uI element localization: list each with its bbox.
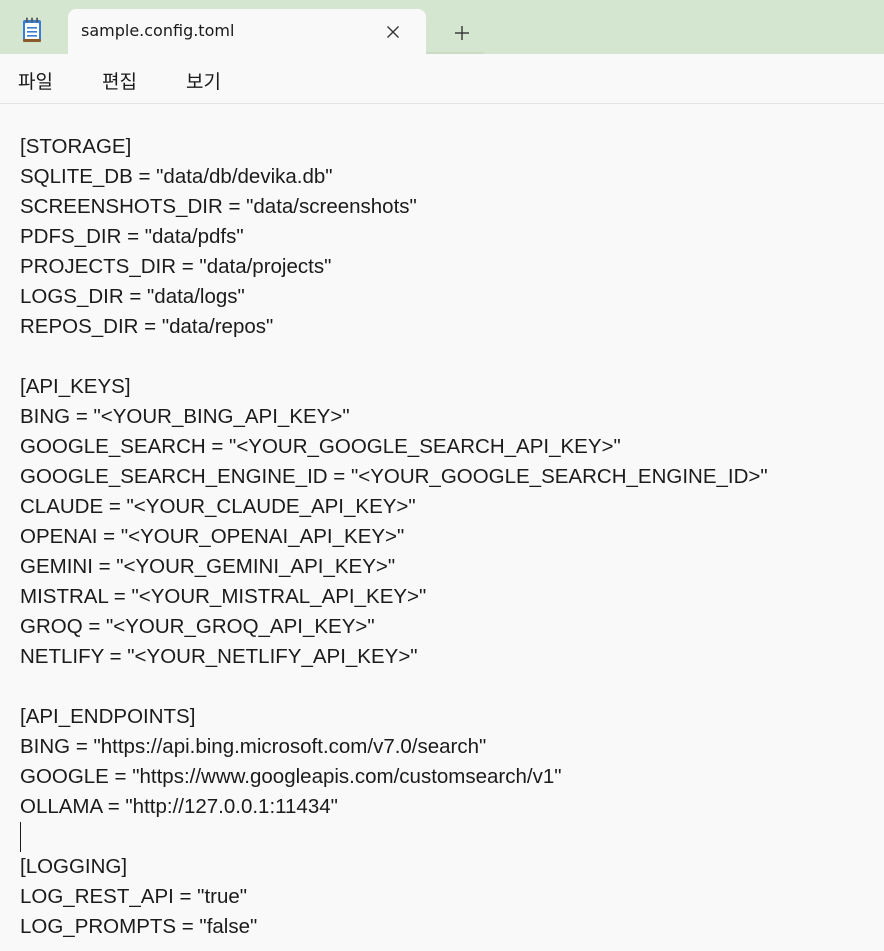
editor-line: OLLAMA = "http://127.0.0.1:11434": [20, 795, 338, 818]
editor-line-caret: [20, 822, 768, 852]
editor-line: MISTRAL = "<YOUR_MISTRAL_API_KEY>": [20, 585, 427, 608]
text-editor[interactable]: [STORAGE] SQLITE_DB = "data/db/devika.db…: [0, 104, 884, 951]
editor-line: BING = "https://api.bing.microsoft.com/v…: [20, 735, 487, 758]
tab-sample-config[interactable]: sample.config.toml: [68, 9, 426, 54]
new-tab-plus-icon[interactable]: [449, 20, 475, 46]
editor-line: GOOGLE_SEARCH = "<YOUR_GOOGLE_SEARCH_API…: [20, 435, 621, 458]
editor-line: BING = "<YOUR_BING_API_KEY>": [20, 405, 350, 428]
editor-line: PROJECTS_DIR = "data/projects": [20, 255, 332, 278]
editor-line: [API_KEYS]: [20, 375, 131, 398]
menu-bar: 파일 편집 보기: [0, 54, 884, 103]
editor-line: REPOS_DIR = "data/repos": [20, 315, 274, 338]
editor-line: GOOGLE_SEARCH_ENGINE_ID = "<YOUR_GOOGLE_…: [20, 465, 768, 488]
notepad-icon: [22, 17, 42, 43]
editor-line: CLAUDE = "<YOUR_CLAUDE_API_KEY>": [20, 495, 416, 518]
editor-line: GROQ = "<YOUR_GROQ_API_KEY>": [20, 615, 375, 638]
editor-line: GOOGLE = "https://www.googleapis.com/cus…: [20, 765, 562, 788]
menu-view[interactable]: 보기: [186, 67, 221, 94]
tab-title: sample.config.toml: [81, 21, 235, 40]
title-bar: sample.config.toml: [0, 0, 884, 54]
editor-line: GEMINI = "<YOUR_GEMINI_API_KEY>": [20, 555, 396, 578]
notepad-window: sample.config.toml 파일 편집 보기 [STORAGE] SQ…: [0, 0, 884, 951]
menu-file[interactable]: 파일: [18, 67, 53, 94]
editor-line: PDFS_DIR = "data/pdfs": [20, 225, 244, 248]
editor-line: [LOGGING]: [20, 855, 128, 878]
text-caret: [20, 822, 21, 852]
menu-edit[interactable]: 편집: [102, 67, 137, 94]
editor-line: [API_ENDPOINTS]: [20, 705, 196, 728]
editor-line: LOG_PROMPTS = "false": [20, 915, 258, 938]
editor-lines: [STORAGE] SQLITE_DB = "data/db/devika.db…: [20, 132, 768, 942]
editor-line: OPENAI = "<YOUR_OPENAI_API_KEY>": [20, 525, 405, 548]
editor-line: [STORAGE]: [20, 135, 132, 158]
editor-line: LOG_REST_API = "true": [20, 885, 248, 908]
editor-line: SCREENSHOTS_DIR = "data/screenshots": [20, 195, 417, 218]
close-icon[interactable]: [381, 20, 405, 44]
editor-line: LOGS_DIR = "data/logs": [20, 285, 245, 308]
editor-line: SQLITE_DB = "data/db/devika.db": [20, 165, 333, 188]
editor-line: NETLIFY = "<YOUR_NETLIFY_API_KEY>": [20, 645, 418, 668]
